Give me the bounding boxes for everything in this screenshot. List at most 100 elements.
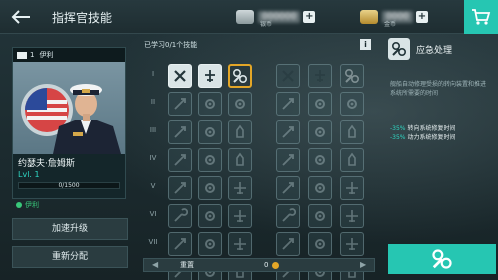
right-arrow-icon[interactable]: ▶ [360, 260, 366, 269]
skill-slot[interactable] [276, 92, 300, 116]
nation-footer-label: 伊利 [25, 201, 39, 209]
skill-slot[interactable] [308, 148, 332, 172]
skill-title: 应急处理 [416, 45, 453, 56]
plane-icon [234, 210, 246, 222]
skill-slot[interactable] [168, 204, 192, 228]
gear-icon [205, 211, 215, 221]
portrait-image [21, 84, 121, 154]
skill-slot[interactable] [168, 176, 192, 200]
skill-slot[interactable] [308, 204, 332, 228]
reassign-button[interactable]: 重新分配 [12, 246, 128, 268]
gear-icon [315, 155, 325, 165]
speed-up-button[interactable]: 加速升级 [12, 218, 128, 240]
skill-slot[interactable] [168, 92, 192, 116]
skill-slot[interactable] [308, 64, 332, 88]
skill-slot[interactable] [276, 120, 300, 144]
skill-row: VII [146, 230, 372, 258]
add-gold-button[interactable]: + [415, 11, 428, 23]
gears-wrench-icon [388, 38, 410, 60]
captain-card-header: 1 伊利 [13, 48, 125, 62]
effect-value: -35% [390, 134, 406, 141]
skill-slot[interactable] [276, 176, 300, 200]
skill-slot[interactable] [228, 120, 252, 144]
sword-icon [174, 126, 186, 138]
skill-slot[interactable] [228, 232, 252, 256]
skill-slot[interactable] [228, 148, 252, 172]
gear-icon [315, 99, 325, 109]
skill-slot[interactable] [340, 64, 364, 88]
skill-slot[interactable] [198, 232, 222, 256]
skill-slot[interactable] [228, 204, 252, 228]
reset-button[interactable]: 重置 [180, 259, 194, 271]
plane-wrench-icon [205, 70, 215, 82]
skill-slot[interactable] [168, 148, 192, 172]
gears-wrench-icon [232, 68, 248, 84]
sword-icon [282, 98, 294, 110]
skill-slot[interactable] [276, 232, 300, 256]
effect-text: 动力系统修复时间 [407, 134, 456, 141]
skill-slot[interactable] [198, 64, 222, 88]
gear-icon [315, 211, 325, 221]
skill-slot[interactable] [276, 204, 300, 228]
crossed-tools-icon [282, 70, 294, 82]
sword-icon [174, 238, 186, 250]
back-button[interactable] [8, 6, 34, 28]
skill-slot[interactable] [340, 176, 364, 200]
skill-slot[interactable] [198, 148, 222, 172]
gear-icon [315, 239, 325, 249]
skill-slot[interactable] [198, 204, 222, 228]
left-arrow-icon[interactable]: ◀ [152, 260, 158, 269]
skill-slot[interactable] [168, 232, 192, 256]
skill-slot[interactable] [198, 176, 222, 200]
skill-slot[interactable] [340, 92, 364, 116]
gears-wrench-icon [344, 68, 360, 84]
skill-slot[interactable] [168, 64, 192, 88]
skill-slot[interactable] [228, 176, 252, 200]
skill-tier-label: VII [148, 238, 158, 246]
silver-currency: 000000 + 银币 [236, 4, 316, 30]
plane-icon [234, 182, 246, 194]
gold-currency: 0000 + 金币 [360, 4, 428, 30]
gear-icon [205, 99, 215, 109]
learn-skill-button[interactable] [388, 244, 496, 274]
captain-level: Lvl. 1 [18, 170, 40, 179]
skill-slot[interactable] [228, 64, 252, 88]
skill-row: III [146, 118, 372, 146]
skill-slot[interactable] [308, 232, 332, 256]
skill-slot[interactable] [228, 92, 252, 116]
effect-value: -35% [390, 125, 406, 132]
skill-slot[interactable] [276, 148, 300, 172]
skill-slot[interactable] [168, 120, 192, 144]
skill-slot[interactable] [308, 120, 332, 144]
sword-icon [282, 154, 294, 166]
captain-card[interactable]: 1 伊利 约瑟夫·詹姆斯 Lvl. 1 0/1500 [12, 47, 126, 199]
wrench-icon [282, 208, 296, 222]
skill-slot[interactable] [340, 148, 364, 172]
skill-slot[interactable] [308, 176, 332, 200]
reset-cost: 0 [264, 259, 280, 271]
skill-slot[interactable] [308, 92, 332, 116]
sword-icon [174, 182, 186, 194]
skill-slot[interactable] [198, 92, 222, 116]
skill-slot[interactable] [276, 64, 300, 88]
plane-wrench-icon [315, 70, 325, 82]
add-silver-button[interactable]: + [303, 11, 316, 23]
skills-panel: 已学习0/1个技能 i IIIIIIIVVVIVIIVIII [142, 36, 374, 280]
info-button[interactable]: i [360, 39, 371, 50]
gear-icon [205, 127, 215, 137]
skill-row: V [146, 174, 372, 202]
skill-slot[interactable] [340, 232, 364, 256]
wrench-icon [174, 208, 188, 222]
skill-effect: -35% 转向系统修复时间 [384, 124, 496, 133]
skill-slot[interactable] [340, 120, 364, 144]
shop-button[interactable] [464, 0, 498, 34]
silver-icon [236, 10, 254, 24]
gear-icon [315, 127, 325, 137]
cart-icon [472, 9, 491, 25]
captain-info: 约瑟夫·詹姆斯 Lvl. 1 0/1500 [13, 154, 125, 198]
skill-slot[interactable] [198, 120, 222, 144]
gears-wrench-icon [432, 249, 452, 269]
skill-row: II [146, 90, 372, 118]
skill-slot[interactable] [340, 204, 364, 228]
gear-icon [205, 183, 215, 193]
